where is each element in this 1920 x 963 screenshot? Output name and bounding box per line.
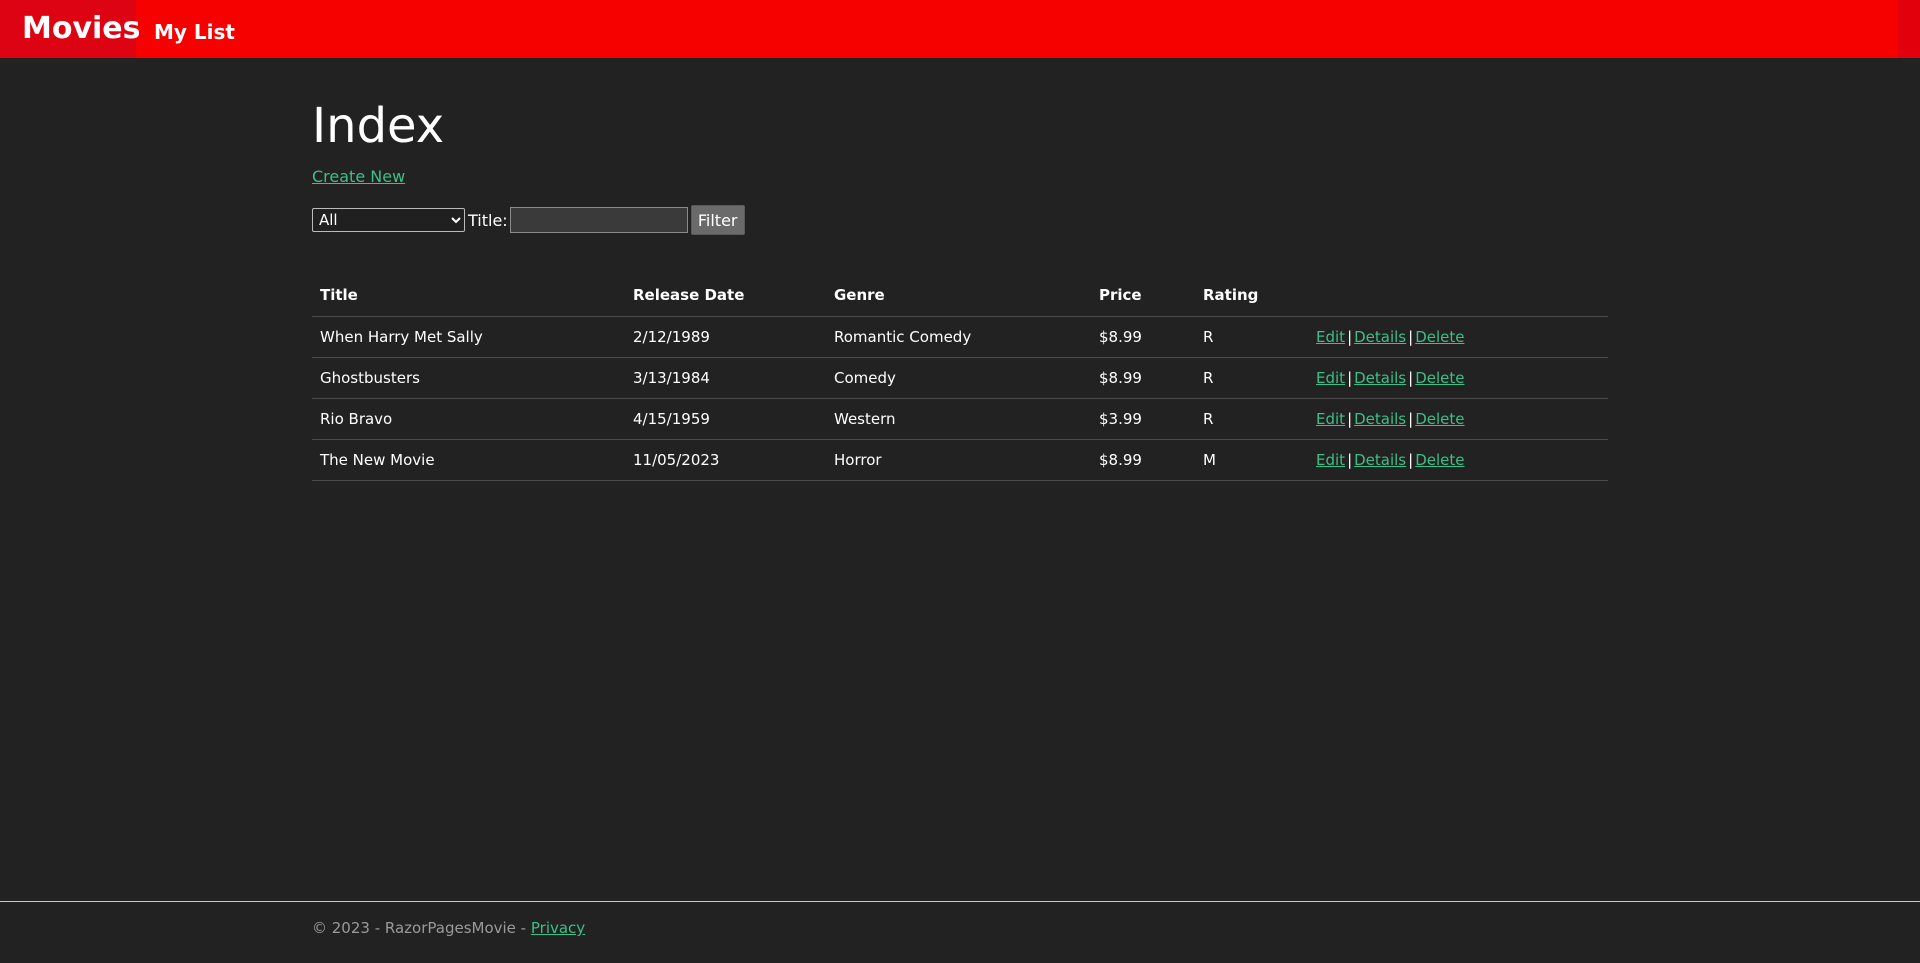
cell-actions: Edit | Details | Delete xyxy=(1308,316,1608,358)
edit-link[interactable]: Edit xyxy=(1316,410,1345,428)
cell-price: $8.99 xyxy=(1091,316,1195,358)
cell-genre: Horror xyxy=(826,439,1091,481)
cell-release-date: 4/15/1959 xyxy=(625,398,826,440)
header-price: Price xyxy=(1091,274,1195,317)
header-rating: Rating xyxy=(1195,274,1308,317)
table-row: Rio Bravo 4/15/1959 Western $3.99 R Edit… xyxy=(312,398,1608,440)
edit-link[interactable]: Edit xyxy=(1316,369,1345,387)
table-row: Ghostbusters 3/13/1984 Comedy $8.99 R Ed… xyxy=(312,357,1608,399)
edit-link[interactable]: Edit xyxy=(1316,451,1345,469)
cell-genre: Western xyxy=(826,398,1091,440)
cell-title: Rio Bravo xyxy=(312,398,625,440)
table-header-row: Title Release Date Genre Price Rating xyxy=(312,274,1608,317)
cell-genre: Comedy xyxy=(826,357,1091,399)
top-navbar: Movies My List xyxy=(0,0,1920,58)
delete-link[interactable]: Delete xyxy=(1415,451,1464,469)
cell-actions: Edit | Details | Delete xyxy=(1308,357,1608,399)
header-title: Title xyxy=(312,274,625,317)
cell-price: $8.99 xyxy=(1091,439,1195,481)
delete-link[interactable]: Delete xyxy=(1415,369,1464,387)
separator: | xyxy=(1408,410,1414,428)
cell-release-date: 2/12/1989 xyxy=(625,316,826,358)
cell-rating: M xyxy=(1195,439,1308,481)
cell-title: Ghostbusters xyxy=(312,357,625,399)
footer-copyright: © 2023 - RazorPagesMovie - xyxy=(312,919,531,937)
delete-link[interactable]: Delete xyxy=(1415,328,1464,346)
separator: | xyxy=(1408,328,1414,346)
create-new-link[interactable]: Create New xyxy=(312,167,405,186)
separator: | xyxy=(1347,369,1353,387)
details-link[interactable]: Details xyxy=(1354,369,1406,387)
nav-link-my-list[interactable]: My List xyxy=(154,0,235,58)
cell-actions: Edit | Details | Delete xyxy=(1308,398,1608,440)
separator: | xyxy=(1347,328,1353,346)
movies-table: Title Release Date Genre Price Rating Wh… xyxy=(312,274,1608,481)
table-row: The New Movie 11/05/2023 Horror $8.99 M … xyxy=(312,439,1608,481)
filter-button[interactable]: Filter xyxy=(690,205,745,235)
page-footer: © 2023 - RazorPagesMovie - Privacy xyxy=(0,901,1920,963)
cell-price: $3.99 xyxy=(1091,398,1195,440)
details-link[interactable]: Details xyxy=(1354,451,1406,469)
delete-link[interactable]: Delete xyxy=(1415,410,1464,428)
cell-title: When Harry Met Sally xyxy=(312,316,625,358)
separator: | xyxy=(1347,410,1353,428)
cell-rating: R xyxy=(1195,316,1308,358)
separator: | xyxy=(1408,451,1414,469)
footer-text: © 2023 - RazorPagesMovie - Privacy xyxy=(312,919,585,937)
table-row: When Harry Met Sally 2/12/1989 Romantic … xyxy=(312,316,1608,358)
cell-rating: R xyxy=(1195,398,1308,440)
cell-rating: R xyxy=(1195,357,1308,399)
edit-link[interactable]: Edit xyxy=(1316,328,1345,346)
cell-release-date: 3/13/1984 xyxy=(625,357,826,399)
details-link[interactable]: Details xyxy=(1354,328,1406,346)
filter-form: All Title: Filter xyxy=(312,205,745,235)
cell-release-date: 11/05/2023 xyxy=(625,439,826,481)
cell-price: $8.99 xyxy=(1091,357,1195,399)
title-search-input[interactable] xyxy=(509,207,688,233)
cell-genre: Romantic Comedy xyxy=(826,316,1091,358)
genre-select[interactable]: All xyxy=(312,208,465,232)
title-filter-label: Title: xyxy=(468,210,508,230)
header-actions xyxy=(1308,274,1608,317)
separator: | xyxy=(1408,369,1414,387)
cell-actions: Edit | Details | Delete xyxy=(1308,439,1608,481)
brand-link[interactable]: Movies xyxy=(0,0,141,58)
header-genre: Genre xyxy=(826,274,1091,317)
page-title: Index xyxy=(312,98,445,154)
navbar-edge xyxy=(1898,0,1920,58)
cell-title: The New Movie xyxy=(312,439,625,481)
details-link[interactable]: Details xyxy=(1354,410,1406,428)
header-release-date: Release Date xyxy=(625,274,826,317)
privacy-link[interactable]: Privacy xyxy=(531,919,585,937)
separator: | xyxy=(1347,451,1353,469)
